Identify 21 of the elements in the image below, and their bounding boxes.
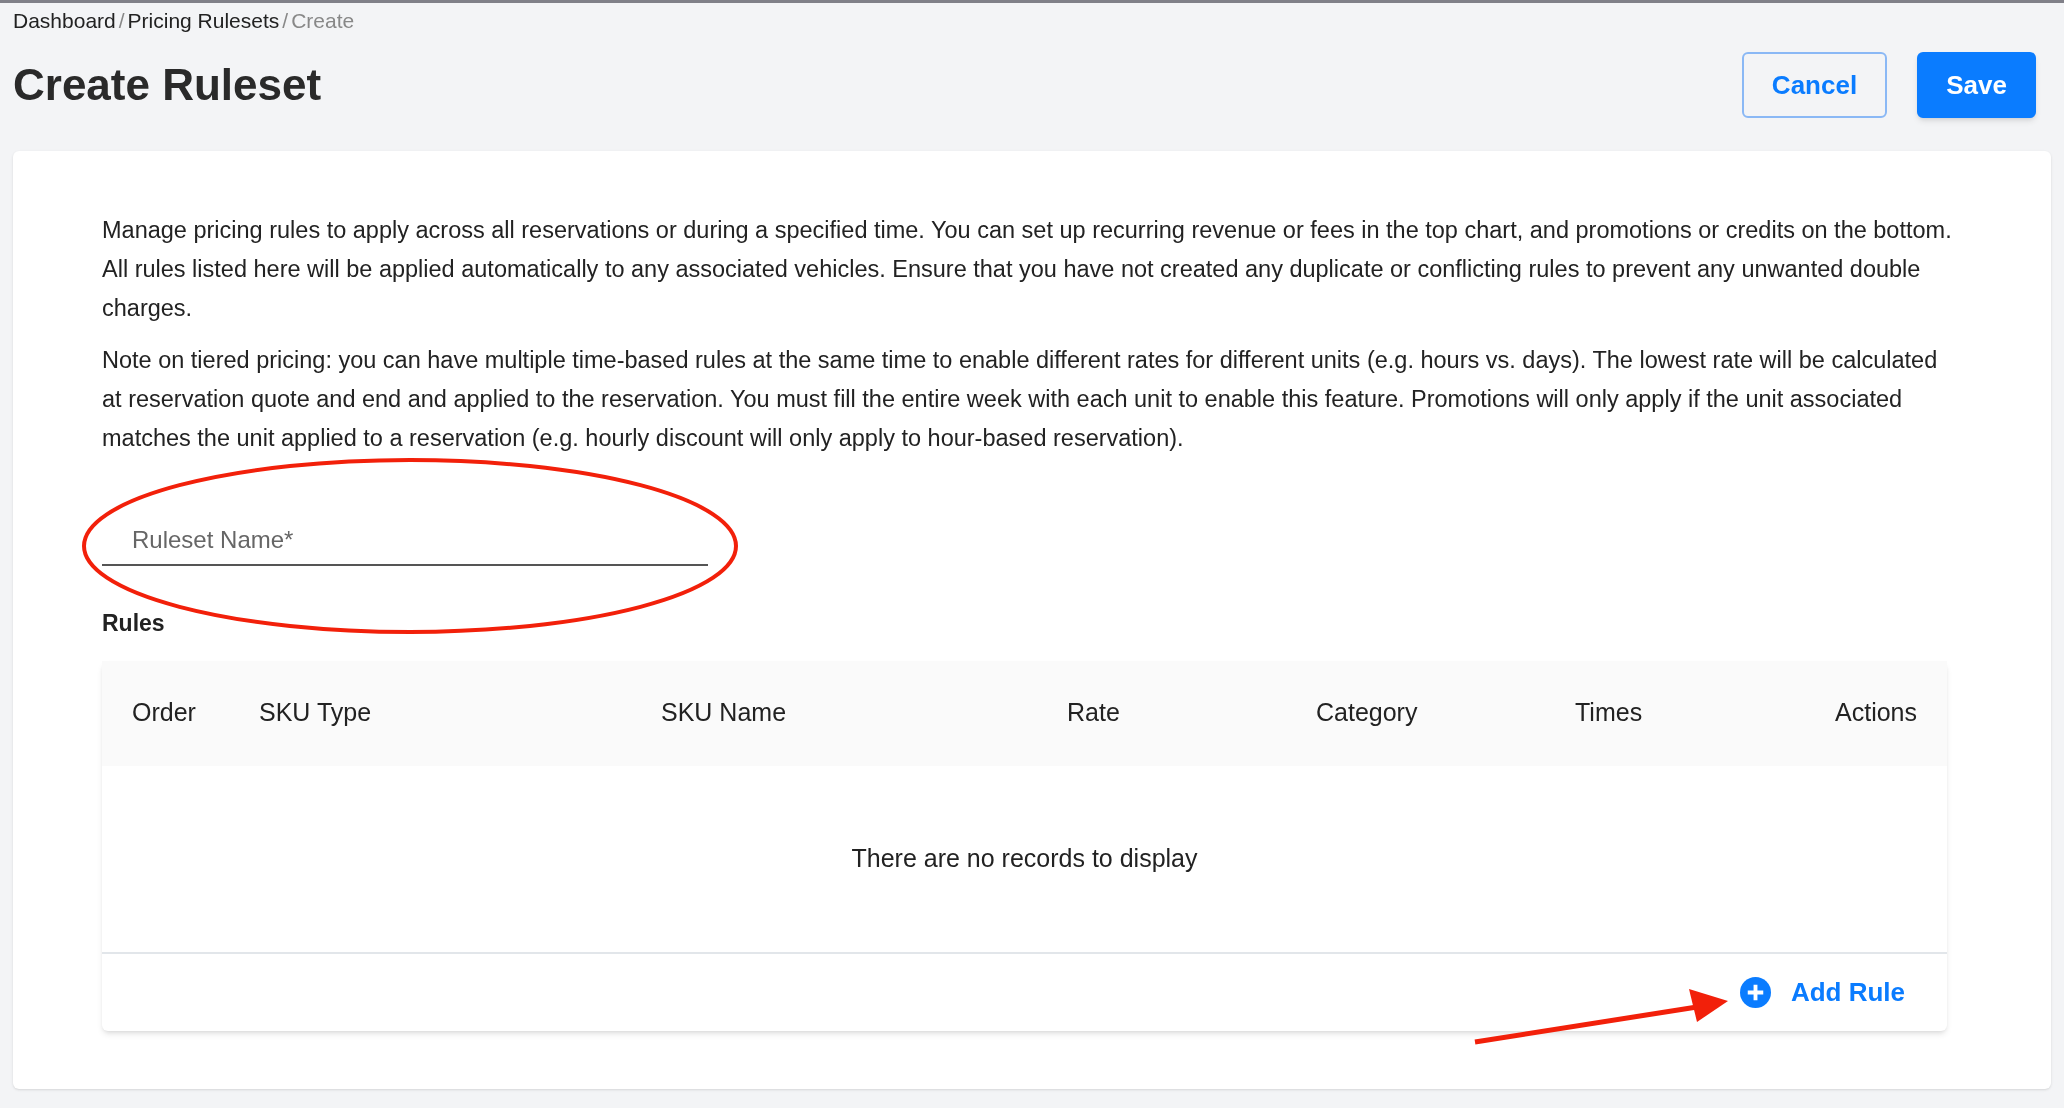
- rules-label: Rules: [102, 609, 166, 638]
- column-header: Category: [1316, 697, 1418, 729]
- plus-circle-icon: [1739, 976, 1771, 1008]
- cancel-button[interactable]: Cancel: [1742, 52, 1887, 118]
- breadcrumb-link[interactable]: Pricing Rulesets: [127, 5, 280, 37]
- breadcrumb-separator: /: [118, 8, 125, 35]
- column-header: Times: [1575, 697, 1643, 729]
- page-title: Create Ruleset: [13, 59, 322, 111]
- add-rule-button[interactable]: Add Rule: [1739, 972, 1905, 1012]
- breadcrumb-link[interactable]: Dashboard: [13, 5, 116, 37]
- description-paragraph: Manage pricing rules to apply across all reservations or during a specified time. You can set up recurring revenue or fees in the top chart, and promotions or credits on the bottom. All rules listed here will be applied automatically to any associated vehicles. Ensure that you have not created any duplicate or conflicting rules to prevent any unwanted double charges.: [102, 216, 1953, 323]
- ruleset-name-field[interactable]: Ruleset Name*: [102, 516, 708, 566]
- column-header: SKU Type: [259, 697, 372, 729]
- column-header: Actions: [1835, 697, 1917, 729]
- breadcrumb-separator: /: [282, 8, 289, 35]
- column-header: Order: [132, 697, 196, 729]
- description-paragraph: Note on tiered pricing: you can have multiple time-based rules at the same time to enable different rates for different units (e.g. hours vs. days). The lowest rate will be calculated at reservation quote and end and applied to the reservation. You must fill the entire week with each unit to enable this feature. Promotions will only apply if the unit associated matches the unit applied to a reservation (e.g. hourly discount will only apply to hour-based reservation).: [102, 346, 1939, 453]
- column-header: Rate: [1067, 697, 1120, 729]
- empty-message: There are no records to display: [851, 842, 1198, 874]
- save-button[interactable]: Save: [1917, 52, 2036, 118]
- column-header: SKU Name: [661, 697, 787, 729]
